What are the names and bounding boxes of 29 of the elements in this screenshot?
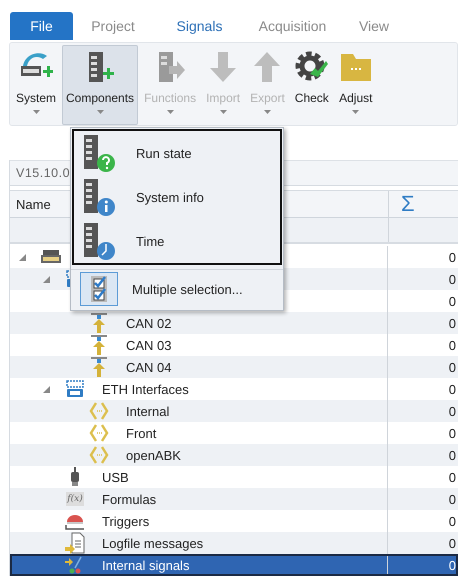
tree-item-label: ETH Interfaces	[102, 382, 189, 396]
tree-item-label: Formulas	[102, 492, 156, 506]
tree-item-label: USB	[102, 470, 129, 484]
sum-value: 0	[448, 534, 457, 552]
formula-icon: f(x)	[66, 492, 84, 506]
tree-item-label: openABK	[126, 448, 181, 462]
tree-item-label: Triggers	[102, 514, 150, 528]
sum-value: 0	[448, 292, 457, 310]
sum-value: 0	[448, 336, 457, 354]
tree-item-label: CAN 02	[126, 316, 172, 330]
tree-item-label: Internal	[126, 404, 170, 418]
sum-value: 0	[448, 248, 457, 266]
version-label: V15.10.0	[16, 166, 70, 180]
sum-value: 0	[448, 358, 457, 376]
sum-value: 0	[448, 402, 457, 420]
tree-item-label: Internal signals	[102, 558, 190, 572]
sum-value: 0	[448, 556, 457, 574]
sum-value: 0	[448, 314, 457, 332]
tree-item-label: CAN 03	[126, 338, 172, 352]
sum-value: 0	[448, 424, 457, 442]
tree-item-label: CAN 04	[126, 360, 172, 374]
sum-value: 0	[448, 380, 457, 398]
tree-item-label: Front	[126, 426, 156, 440]
sum-value: 0	[448, 446, 457, 464]
sum-value: 0	[448, 490, 457, 508]
sum-value: 0	[448, 468, 457, 486]
tree-item-label: Logfile messages	[102, 536, 204, 550]
sum-value: 0	[448, 270, 457, 288]
sum-value: 0	[448, 512, 457, 530]
